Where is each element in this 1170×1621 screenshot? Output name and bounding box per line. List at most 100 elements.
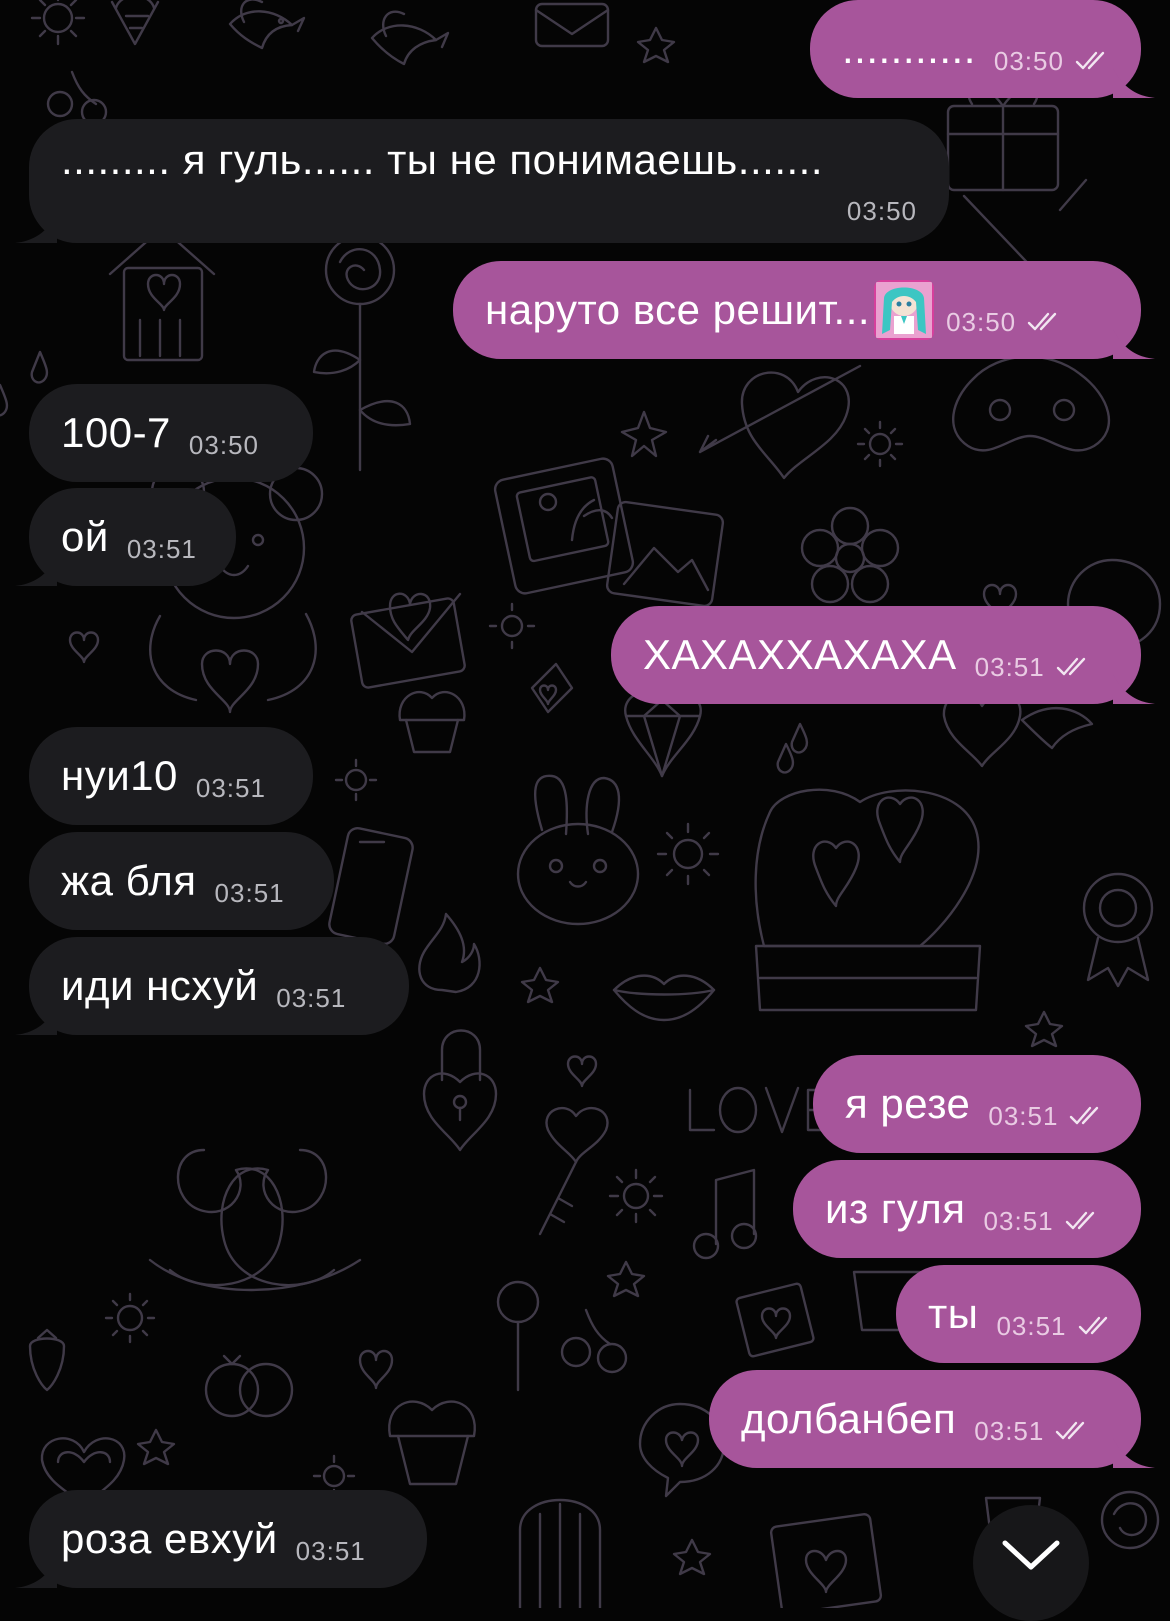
drop-icon [776,742,795,774]
message-text: нуи10 [61,752,178,799]
message-bubble-outgoing[interactable]: ты 03:51 [896,1265,1141,1363]
scroll-to-bottom-button[interactable] [973,1505,1089,1621]
star-icon [606,1260,646,1298]
message-time: 03:51 [214,877,285,908]
message-bubble-outgoing[interactable]: ХАХАХХАХАХА 03:51 [611,606,1155,704]
message-time: 03:50 [946,306,1017,337]
message-bubble-incoming[interactable]: роза евхуй 03:51 [15,1490,427,1588]
star-icon [136,1428,176,1466]
double-check-icon [1070,1106,1099,1125]
rose-icon [1100,1490,1160,1550]
double-check-icon [1056,657,1085,676]
message-time: 03:50 [188,429,259,460]
message-meta: 03:50 [189,430,259,461]
message-meta: 03:51 [984,1206,1102,1237]
message-bubble-incoming[interactable]: нуи10 03:51 [29,727,313,825]
sun-icon [104,1292,156,1344]
message-time: 03:51 [996,1310,1067,1341]
message-text: роза евхуй [61,1515,278,1562]
message-bubble-outgoing[interactable]: ........... 03:50 [810,0,1155,98]
message-bubble-incoming[interactable]: иди нсхуй 03:51 [15,937,409,1035]
message-bubble-incoming[interactable]: ......... я гуль...... ты не понимаешь..… [15,119,949,243]
message-text: ........... [842,25,976,72]
message-text: я резе [845,1080,971,1127]
message-text: иди нсхуй [61,962,259,1009]
message-bubble-outgoing[interactable]: я резе 03:51 [813,1055,1141,1153]
message-text: наруто все решит... [485,286,871,333]
drop-icon [0,383,9,417]
gift-icon [946,86,1088,278]
bubble-tail [1113,674,1155,704]
message-bubble-incoming[interactable]: 100-7 03:50 [29,384,313,482]
bunny-icon [516,774,640,926]
star-icon [1024,1010,1064,1048]
cherries-icon [560,1308,628,1374]
lips-icon [612,974,716,1022]
message-meta: 03:50 [61,196,917,227]
double-check-icon [1027,312,1057,331]
message-text: ХАХАХХАХАХА [643,631,957,678]
message-text: ой [61,513,109,560]
cherries-icon [46,70,108,126]
message-time: 03:51 [295,1535,366,1566]
message-time: 03:51 [276,982,347,1013]
star-icon [520,966,560,1004]
message-meta: 03:51 [296,1536,366,1567]
lock-icon [422,1029,498,1152]
music-note-icon [692,1168,758,1260]
bubble-tail [15,556,57,586]
message-time: 03:51 [126,533,197,564]
envelope-icon [534,2,610,48]
message-bubble-outgoing[interactable]: долбанбеп 03:51 [709,1370,1155,1468]
phone-icon [328,826,414,946]
flower-icon [800,506,900,604]
sun-icon [30,0,86,46]
bubble-tail [1113,68,1155,98]
star-icon [672,1538,712,1576]
diamond-heart-icon [624,690,702,778]
message-meta: 03:51 [215,878,285,909]
message-bubble-incoming[interactable]: жа бля 03:51 [29,832,334,930]
stamp-icon [735,1282,815,1358]
winged-heart-icon [942,692,1094,768]
strawberry-icon [28,1328,66,1392]
ice-cream-icon [110,0,160,46]
sun-icon [334,758,378,802]
heart-icon [566,1055,598,1088]
birdhouse-icon [108,226,216,362]
photo-icon [493,457,635,595]
cupcake-icon [388,1400,476,1486]
sun-icon [856,420,904,468]
message-meta: 03:51 [196,773,266,804]
birdcage-icon [518,1498,602,1608]
message-meta: 03:50 [946,307,1064,338]
message-bubble-outgoing[interactable]: наруто все решит... 03:50 [453,261,1155,359]
message-bubble-incoming[interactable]: ой 03:51 [15,488,236,586]
bubble-tail [15,1005,57,1035]
message-time: 03:51 [974,651,1045,682]
message-text: жа бля [61,857,197,904]
sleep-mask-icon [952,355,1111,452]
message-meta: 03:51 [975,652,1093,683]
bubble-tail [1113,1438,1155,1468]
key-icon [538,1106,609,1236]
heart-icon [358,1349,394,1390]
double-check-icon [1065,1211,1094,1230]
message-meta: 03:51 [974,1416,1092,1447]
double-check-icon [1078,1316,1107,1335]
message-bubble-outgoing[interactable]: из гуля 03:51 [793,1160,1141,1258]
chevron-down-icon [1002,1540,1060,1570]
fire-icon [418,912,481,994]
cake-icon [754,788,982,1012]
message-time: 03:51 [195,772,266,803]
message-text: ......... я гуль...... ты не понимаешь..… [61,135,823,183]
sun-icon [656,822,720,886]
message-text: 100-7 [61,409,171,456]
message-meta: 03:51 [276,983,346,1014]
bird-icon [228,0,306,50]
message-text: из гуля [825,1185,966,1232]
message-time: 03:51 [988,1100,1059,1131]
photo-icon [769,1513,883,1608]
sticker-girl-icon [874,280,935,340]
sun-icon [608,1168,664,1224]
